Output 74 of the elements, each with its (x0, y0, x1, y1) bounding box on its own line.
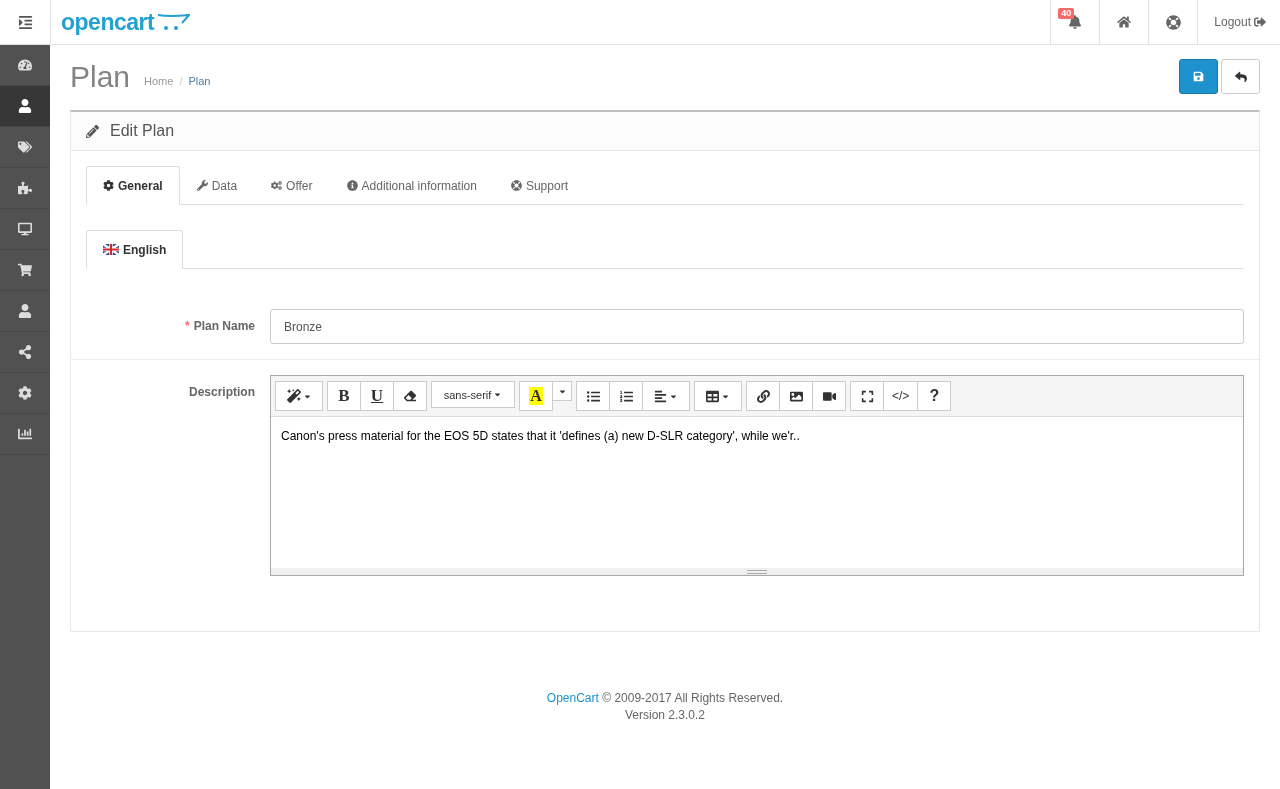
tab[interactable]: Data (179, 166, 255, 205)
link-button[interactable] (746, 381, 780, 411)
underline-button[interactable]: U (360, 381, 394, 411)
back-button[interactable] (1221, 59, 1260, 94)
page-title: Plan (70, 59, 131, 94)
tab[interactable]: Additional information (329, 166, 494, 205)
magic-wand-icon (286, 389, 301, 403)
share-icon (18, 345, 32, 359)
home-icon (1117, 15, 1132, 29)
notification-count: 40 (1058, 8, 1075, 19)
save-icon (1193, 71, 1204, 82)
fullscreen-button[interactable] (850, 381, 884, 411)
style-button[interactable] (275, 381, 323, 411)
resize-handle[interactable] (271, 568, 1243, 575)
numbered-list-button[interactable] (609, 381, 643, 411)
logout-icon (1254, 16, 1266, 28)
panel-title: Edit Plan (110, 122, 175, 140)
table-button[interactable] (694, 381, 742, 411)
bold-button[interactable]: B (327, 381, 361, 411)
tags-icon (18, 140, 32, 154)
font-dropdown[interactable]: sans-serif (431, 381, 515, 408)
cart-icon (18, 263, 32, 277)
settings-icon (18, 386, 32, 400)
dashboard-icon (18, 58, 32, 72)
caret-icon (493, 390, 503, 399)
table-icon (706, 389, 719, 403)
expand-icon (860, 389, 874, 403)
language-tab[interactable]: English (86, 230, 184, 269)
video-button[interactable] (812, 381, 846, 411)
breadcrumb-link[interactable]: Plan (188, 74, 211, 87)
eraser-icon (404, 390, 416, 402)
plan-name-field[interactable]: Bronze (270, 309, 1244, 344)
lifebuoy-icon (510, 180, 522, 191)
code-view-button[interactable]: </> (883, 381, 919, 411)
sidebar-item[interactable] (0, 86, 50, 127)
footer-link[interactable]: OpenCart (546, 691, 599, 705)
breadcrumb-separator: / (179, 74, 183, 87)
flag-icon (103, 244, 119, 255)
field-label: Description (188, 384, 256, 399)
save-button[interactable] (1179, 59, 1218, 94)
tab[interactable]: General (86, 166, 180, 205)
color-dropdown-button[interactable] (552, 381, 572, 401)
bar-chart-icon (18, 427, 32, 441)
gears-icon (271, 180, 283, 191)
picture-icon (789, 389, 803, 403)
version-text: Version 2.3.0.2 (623, 707, 707, 724)
lifebuoy-icon (1165, 14, 1181, 30)
numbered-list-icon (619, 389, 633, 403)
video-icon (822, 389, 836, 403)
field-label: * Plan Name (183, 318, 256, 333)
monitor-icon (18, 222, 32, 236)
info-icon (346, 180, 358, 191)
puzzle-icon (18, 181, 32, 195)
cart-logo-icon (156, 13, 191, 31)
pencil-icon (86, 124, 99, 138)
user-icon (18, 304, 32, 318)
gear-icon (103, 180, 114, 191)
link-icon (756, 389, 770, 403)
tab[interactable]: Offer (254, 166, 330, 205)
picture-button[interactable] (779, 381, 813, 411)
align-icon (654, 389, 667, 403)
tab[interactable]: Support (493, 166, 585, 205)
bullet-list-icon (586, 389, 600, 403)
color-button[interactable]: A (519, 381, 553, 411)
copyright-text: © 2009-2017 All Rights Reserved. (602, 691, 784, 705)
reply-icon (1234, 70, 1247, 83)
bullet-list-button[interactable] (576, 381, 610, 411)
wrench-icon (196, 180, 208, 191)
bell-icon (1068, 15, 1083, 29)
help-button[interactable]: ? (917, 381, 952, 411)
user-icon (18, 99, 32, 113)
eraser-button[interactable] (393, 381, 427, 411)
align-button[interactable] (642, 381, 690, 411)
menu-icon (17, 14, 33, 30)
